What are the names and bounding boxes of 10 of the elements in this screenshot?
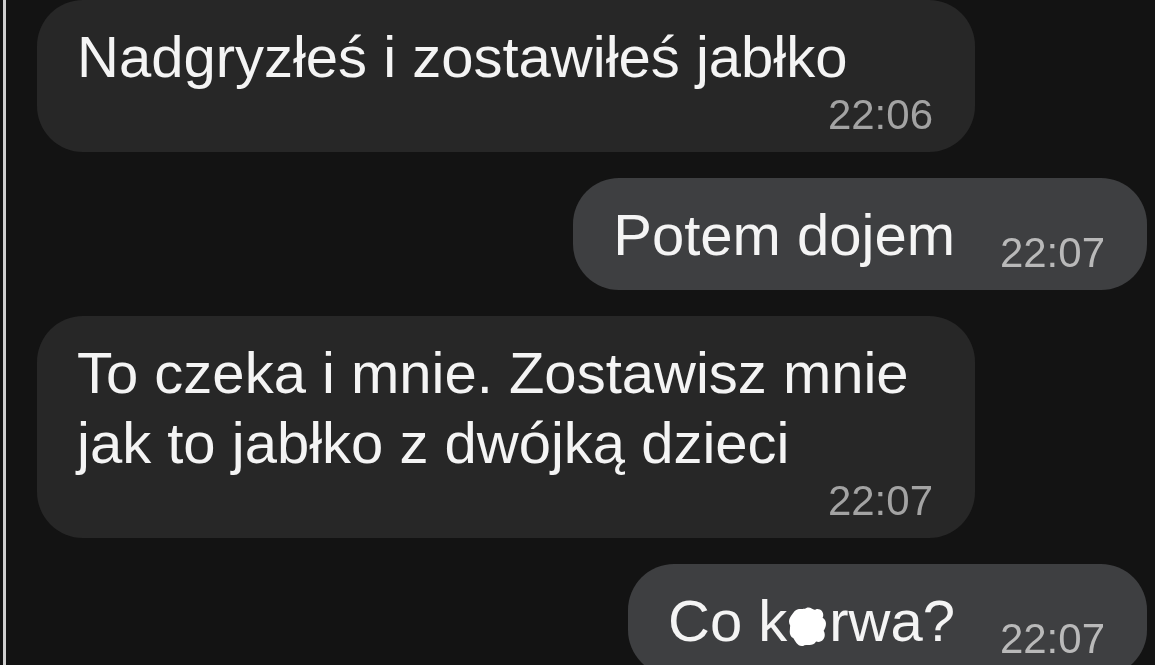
message-text: Co k: [668, 588, 788, 653]
message-time: 22:07: [999, 616, 1105, 662]
ink-blot-icon: [788, 607, 829, 647]
message-text: Potem dojem: [613, 202, 955, 267]
message-text: rwa?: [829, 588, 955, 653]
message-time: 22:06: [827, 92, 933, 138]
message-text: To czeka i mnie. Zostawisz mnie jak to jabłko z dwójką dzieci: [77, 340, 909, 475]
message-time: 22:07: [999, 230, 1105, 276]
message-text: Nadgryzłeś i zostawiłeś jabłko: [77, 24, 848, 89]
message-time: 22:07: [827, 478, 933, 524]
